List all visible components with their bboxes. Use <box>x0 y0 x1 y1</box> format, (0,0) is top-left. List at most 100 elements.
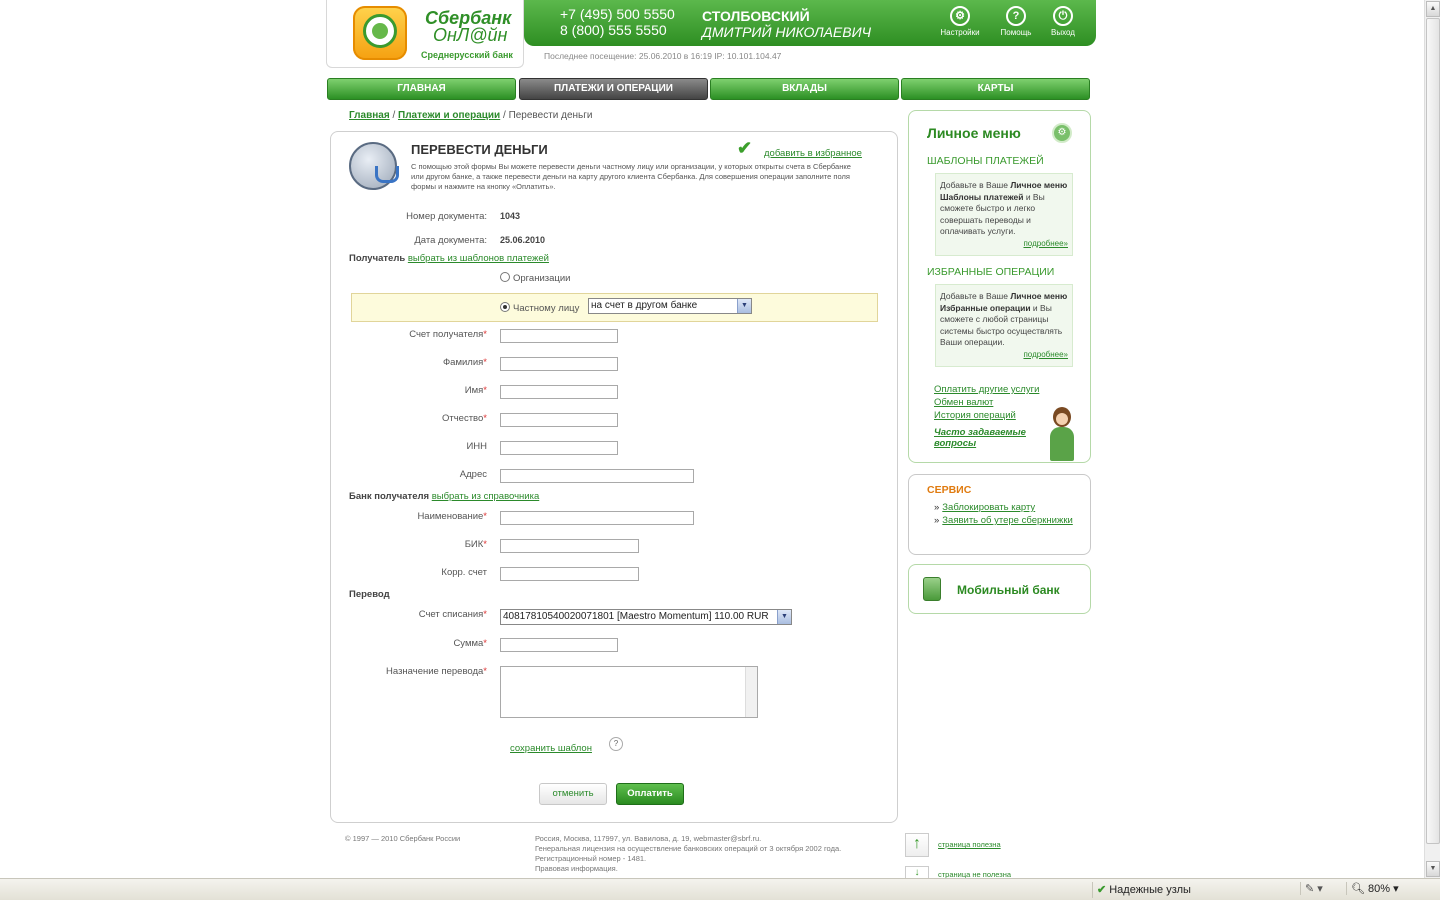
page-helpful-link[interactable]: страница полезна <box>938 840 1001 849</box>
radio-private-person[interactable]: Частному лицу <box>500 302 579 314</box>
tab-payments[interactable]: Платежи и операции <box>519 78 708 100</box>
mobile-bank-banner[interactable]: Мобильный банк <box>908 564 1091 614</box>
page-unhelpful-link[interactable]: страница не полезна <box>938 870 1011 878</box>
personal-menu-title: Личное меню <box>927 125 1021 141</box>
page-title: ПЕРЕВЕСТИ ДЕНЬГИ <box>411 142 548 157</box>
choose-template-link[interactable]: выбрать из шаблонов платежей <box>408 253 549 264</box>
templates-more-link[interactable]: подробнее» <box>940 238 1068 250</box>
purpose-textarea[interactable] <box>500 666 758 718</box>
logout-button[interactable]: ⏻ Выход <box>1040 6 1086 37</box>
choose-bank-link[interactable]: выбрать из справочника <box>432 491 540 502</box>
footer-address: Россия, Москва, 117997, ул. Вавилова, д.… <box>535 834 842 874</box>
assistant-illustration <box>1045 407 1079 461</box>
radio-organization[interactable]: Организации <box>500 272 570 284</box>
phone-number: +7 (495) 500 5550 <box>560 6 675 22</box>
protected-mode-icon[interactable]: ✎ ▾ <box>1300 882 1340 895</box>
personal-menu: Личное меню ⚙ ШАБЛОНЫ ПЛАТЕЖЕЙ Добавьте … <box>908 110 1091 463</box>
other-services-link[interactable]: Оплатить другие услуги <box>934 384 1039 395</box>
power-icon: ⏻ <box>1053 6 1073 26</box>
logo-title: Сбербанк ОнЛ@йн <box>425 8 512 45</box>
name-input[interactable] <box>500 385 618 399</box>
doc-date-label: Дата документа: <box>414 235 487 246</box>
phone-number-free: 8 (800) 555 5550 <box>560 22 667 38</box>
service-title: СЕРВИС <box>927 484 972 496</box>
pay-button[interactable]: Оплатить <box>616 783 684 805</box>
copyright: © 1997 — 2010 Сбербанк России <box>345 834 461 843</box>
legal-info-link[interactable]: Правовая информация. <box>535 864 841 874</box>
user-name: ДМИТРИЙ НИКОЛАЕВИЧ <box>702 24 872 40</box>
faq-link[interactable]: Часто задаваемые вопросы <box>934 427 1044 449</box>
cancel-button[interactable]: отменить <box>539 783 607 805</box>
checkmark-icon: ✔ <box>737 138 753 158</box>
doc-date-value: 25.06.2010 <box>500 235 546 245</box>
save-template-link[interactable]: сохранить шаблон <box>510 743 592 754</box>
scroll-down-arrow-icon[interactable]: ▼ <box>1426 861 1440 877</box>
address-label: Адрес <box>459 469 487 480</box>
currency-exchange-link[interactable]: Обмен валют <box>934 397 993 408</box>
tab-home[interactable]: Главная <box>327 78 516 100</box>
service-panel: СЕРВИС » Заблокировать карту » Заявить об … <box>908 474 1091 555</box>
transfer-icon <box>349 142 399 190</box>
scroll-up-arrow-icon[interactable]: ▲ <box>1426 1 1440 17</box>
favorites-heading: ИЗБРАННЫЕ ОПЕРАЦИИ <box>927 266 1055 278</box>
report-lost-passbook-link[interactable]: Заявить об утере сберкнижки <box>942 515 1073 526</box>
templates-promo: Добавьте в Ваше Личное меню Шаблоны плат… <box>935 173 1073 256</box>
transfer-form-panel: ПЕРЕВЕСТИ ДЕНЬГИ С помощью этой формы Вы… <box>330 131 898 823</box>
debit-account-label: Счет списания* <box>418 609 487 620</box>
patronymic-label: Отчество* <box>441 413 487 424</box>
mobile-bank-label: Мобильный банк <box>957 583 1060 597</box>
bik-input[interactable] <box>500 539 639 553</box>
amount-input[interactable] <box>500 638 618 652</box>
favorites-promo: Добавьте в Ваше Личное меню Избранные оп… <box>935 284 1073 367</box>
debit-account-select[interactable]: 40817810540020071801 [Maestro Momentum] … <box>500 609 792 625</box>
bank-name-input[interactable] <box>500 511 694 525</box>
arrow-down-icon[interactable]: ↓ <box>905 866 929 878</box>
security-zone[interactable]: ✔ Надежные узлы <box>1092 882 1191 898</box>
transfer-section: Перевод <box>349 589 390 600</box>
block-card-link[interactable]: Заблокировать карту <box>942 502 1035 513</box>
purpose-label: Назначение перевода* <box>386 666 487 677</box>
service-item: » Заблокировать карту <box>934 502 1036 513</box>
site-header: Сбербанк ОнЛ@йн Среднерусский банк +7 (4… <box>326 0 1096 68</box>
scrollbar-thumb[interactable] <box>1426 18 1440 844</box>
tab-cards[interactable]: Карты <box>901 78 1090 100</box>
breadcrumb-payments[interactable]: Платежи и операции <box>398 110 500 121</box>
help-icon[interactable]: ? <box>609 737 623 751</box>
transfer-target-select[interactable]: на счет в другом банке ▼ <box>588 298 752 314</box>
favorites-more-link[interactable]: подробнее» <box>940 349 1068 361</box>
history-link[interactable]: История операций <box>934 410 1016 421</box>
last-visit-info: Последнее посещение: 25.06.2010 в 16:19 … <box>544 51 782 61</box>
private-person-row: Частному лицу на счет в другом банке ▼ <box>351 293 878 322</box>
help-button[interactable]: ? Помощь <box>993 6 1039 37</box>
address-input[interactable] <box>500 469 694 483</box>
tab-deposits[interactable]: Вклады <box>710 78 899 100</box>
settings-button[interactable]: ⚙ Настройки <box>937 6 983 37</box>
bank-section: Банк получателя выбрать из справочника <box>349 491 540 502</box>
logo[interactable]: Сбербанк ОнЛ@йн Среднерусский банк <box>326 0 524 68</box>
question-icon: ? <box>1006 6 1026 26</box>
breadcrumb-current: Перевести деньги <box>508 110 593 121</box>
vertical-scrollbar[interactable]: ▲ ▼ <box>1424 0 1440 878</box>
gear-icon[interactable]: ⚙ <box>1052 123 1072 143</box>
surname-label: Фамилия* <box>442 357 487 368</box>
surname-input[interactable] <box>500 357 618 371</box>
user-surname: СТОЛБОВСКИЙ <box>702 8 810 24</box>
inn-input[interactable] <box>500 441 618 455</box>
magnifier-icon: 🔍︎ <box>1351 883 1365 895</box>
patronymic-input[interactable] <box>500 413 618 427</box>
chevron-down-icon: ▼ <box>737 299 751 313</box>
radio-selected-icon <box>500 302 510 312</box>
chevron-down-icon: ▼ <box>777 610 791 624</box>
add-favorite-link[interactable]: добавить в избранное <box>764 148 862 159</box>
arrow-up-icon[interactable]: ↑ <box>905 833 929 857</box>
zoom-control[interactable]: 🔍︎ 80% ▾ <box>1346 882 1426 895</box>
scrollbar[interactable] <box>745 667 757 717</box>
recipient-account-input[interactable] <box>500 329 618 343</box>
form-description: С помощью этой формы Вы можете перевести… <box>411 162 851 191</box>
corr-account-input[interactable] <box>500 567 639 581</box>
header-bar: +7 (495) 500 5550 8 (800) 555 5550 СТОЛБ… <box>524 0 1096 46</box>
amount-label: Сумма* <box>453 638 487 649</box>
bank-name-label: Наименование* <box>417 511 487 522</box>
breadcrumb: Главная / Платежи и операции / Перевести… <box>349 110 593 121</box>
breadcrumb-home[interactable]: Главная <box>349 110 390 121</box>
